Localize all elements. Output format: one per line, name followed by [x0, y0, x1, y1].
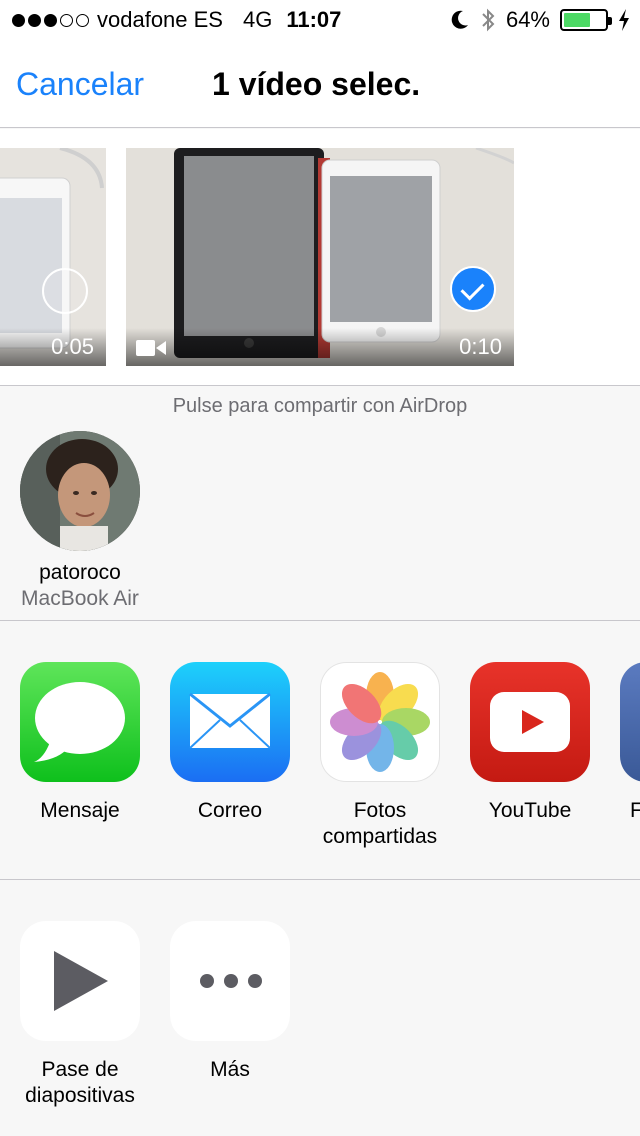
moon-icon [451, 10, 468, 29]
app-label: Fotos compartidas [322, 799, 438, 848]
youtube-icon [470, 662, 590, 782]
video-duration: 0:10 [459, 334, 502, 359]
page-title: 1 vídeo selec. [212, 66, 421, 102]
mail-icon [170, 662, 290, 782]
airdrop-hint: Pulse para compartir con AirDrop [172, 395, 468, 417]
contact-name: patoroco [39, 561, 121, 584]
bluetooth-icon [482, 8, 495, 32]
messages-icon [20, 662, 140, 782]
action-slideshow[interactable]: Pase de diapositivas [5, 921, 155, 1109]
app-label: Mensaje [40, 799, 120, 822]
share-app-youtube[interactable]: YouTube [455, 662, 605, 824]
action-label: Más [210, 1058, 250, 1081]
navigation-bar: Cancelar 1 vídeo selec. [0, 40, 640, 128]
facebook-icon [620, 662, 640, 782]
battery-level [564, 13, 590, 27]
app-label: Correo [197, 799, 263, 822]
battery-percent: 64% [505, 7, 550, 32]
video-duration: 0:05 [51, 334, 94, 359]
video-thumbnail-selected[interactable]: 0:10 [126, 148, 514, 366]
app-label: YouTube [488, 799, 572, 822]
video-thumbnails-strip[interactable]: 0:05 0:10 [0, 129, 640, 386]
action-more[interactable]: Más [155, 921, 305, 1083]
share-apps-row: Mensaje Correo Fotos compartidas YouTube [0, 622, 640, 880]
signal-strength-icon [12, 13, 89, 27]
share-actions-row: Pase de diapositivas Más [0, 881, 640, 1136]
share-app-facebook[interactable]: F [605, 662, 640, 824]
charging-icon [619, 9, 629, 31]
share-app-mail[interactable]: Correo [155, 662, 305, 824]
video-camera-icon [136, 340, 166, 356]
more-icon [170, 921, 290, 1041]
share-app-messages[interactable]: Mensaje [5, 662, 155, 824]
selected-checkmark-icon[interactable] [450, 266, 496, 312]
video-thumbnail[interactable]: 0:05 [0, 148, 106, 366]
cancel-button[interactable]: Cancelar [16, 66, 144, 103]
battery-icon [560, 9, 612, 31]
clock: 11:07 [286, 7, 342, 32]
airdrop-contact[interactable]: patoroco MacBook Air [12, 431, 148, 611]
share-app-shared-photos[interactable]: Fotos compartidas [305, 662, 455, 850]
play-icon [20, 921, 140, 1041]
status-bar: vodafone ES 4G 11:07 64% [0, 0, 640, 40]
contact-device: MacBook Air [21, 587, 139, 610]
carrier-label: vodafone ES [97, 7, 223, 32]
airdrop-section: Pulse para compartir con AirDrop patoroc… [0, 387, 640, 621]
avatar [20, 431, 140, 551]
action-label: Pase de diapositivas [25, 1058, 135, 1107]
selection-circle[interactable] [42, 268, 88, 314]
photos-icon [320, 662, 440, 782]
app-label: F [605, 798, 640, 824]
network-type: 4G [242, 7, 273, 32]
